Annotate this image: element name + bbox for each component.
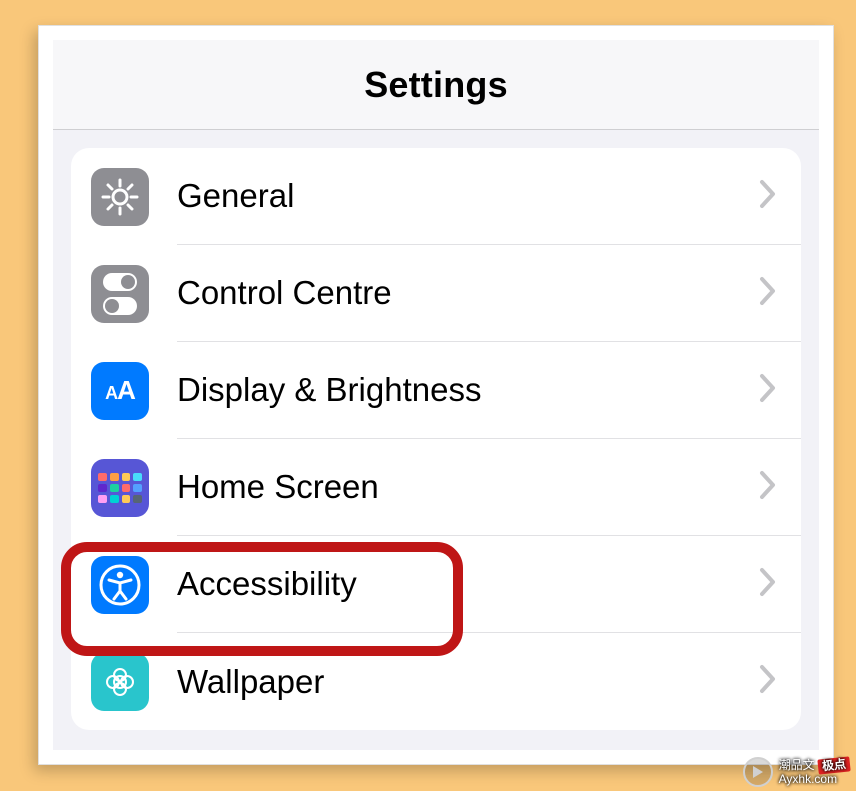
watermark: 潮品文 极点 Ayxhk.com bbox=[743, 757, 850, 787]
control-centre-icon bbox=[91, 265, 149, 323]
chevron-right-icon bbox=[759, 276, 777, 311]
watermark-line2: Ayxhk.com bbox=[779, 773, 850, 786]
wallpaper-icon bbox=[91, 653, 149, 711]
chevron-right-icon bbox=[759, 179, 777, 214]
screenshot-panel: Settings bbox=[38, 25, 834, 765]
chevron-right-icon bbox=[759, 373, 777, 408]
row-wallpaper-label: Wallpaper bbox=[177, 663, 324, 701]
row-general[interactable]: General bbox=[91, 148, 801, 245]
gear-icon bbox=[91, 168, 149, 226]
row-display-brightness-label: Display & Brightness bbox=[177, 371, 481, 409]
row-display-brightness[interactable]: AA Display & Brightness bbox=[91, 342, 801, 439]
accessibility-icon bbox=[91, 556, 149, 614]
page-title: Settings bbox=[364, 64, 508, 106]
row-home-screen-label: Home Screen bbox=[177, 468, 379, 506]
row-general-label: General bbox=[177, 177, 294, 215]
row-wallpaper[interactable]: Wallpaper bbox=[91, 633, 801, 730]
row-accessibility[interactable]: Accessibility bbox=[91, 536, 801, 633]
display-icon: AA bbox=[91, 362, 149, 420]
row-home-screen[interactable]: Home Screen bbox=[91, 439, 801, 536]
watermark-line1: 潮品文 bbox=[779, 758, 815, 772]
settings-app: Settings bbox=[53, 40, 819, 750]
content-area: General Control Cen bbox=[53, 130, 819, 750]
settings-list: General Control Cen bbox=[71, 148, 801, 730]
row-control-centre[interactable]: Control Centre bbox=[91, 245, 801, 342]
chevron-right-icon bbox=[759, 567, 777, 602]
row-control-centre-label: Control Centre bbox=[177, 274, 392, 312]
title-bar: Settings bbox=[53, 40, 819, 130]
row-accessibility-label: Accessibility bbox=[177, 565, 357, 603]
chevron-right-icon bbox=[759, 664, 777, 699]
home-screen-icon bbox=[91, 459, 149, 517]
chevron-right-icon bbox=[759, 470, 777, 505]
watermark-badge: 极点 bbox=[817, 757, 850, 775]
play-icon bbox=[743, 757, 773, 787]
